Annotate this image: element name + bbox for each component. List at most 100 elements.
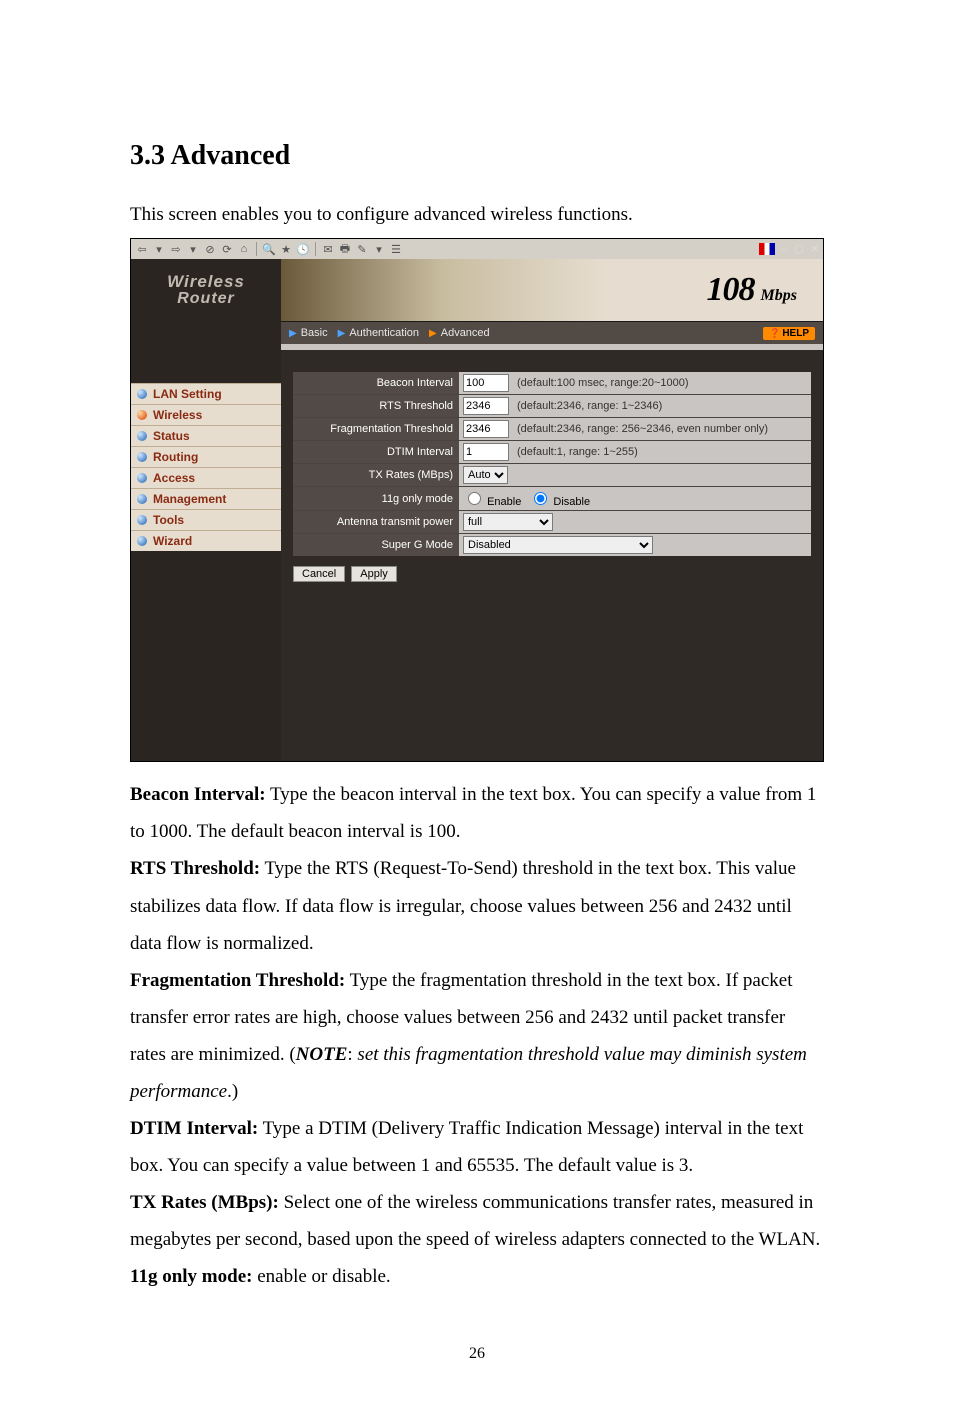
g11-disable-option[interactable]: Disable — [529, 489, 590, 508]
sidebar-item-tools[interactable]: Tools — [131, 509, 281, 530]
g11-disable-label: Disable — [553, 496, 590, 508]
bullet-icon — [137, 473, 147, 483]
rts-threshold-input[interactable] — [463, 397, 509, 415]
sidebar-item-wireless[interactable]: Wireless — [131, 404, 281, 425]
bullet-icon — [137, 431, 147, 441]
g11-disable-radio[interactable] — [534, 492, 547, 505]
subnav-basic[interactable]: Basic — [301, 327, 328, 339]
triangle-icon: ▶ — [338, 328, 346, 339]
sidebar-item-access[interactable]: Access — [131, 467, 281, 488]
g11-enable-radio[interactable] — [468, 492, 481, 505]
sidebar-item-label: Wizard — [153, 534, 192, 548]
antenna-power-select[interactable]: full — [463, 513, 553, 531]
sidebar-item-wizard[interactable]: Wizard — [131, 530, 281, 551]
fragmentation-threshold-desc-text2: : — [347, 1044, 357, 1065]
banner-unit: Mbps — [761, 287, 797, 305]
super-g-mode-label: Super G Mode — [293, 534, 459, 556]
fragmentation-threshold-input[interactable] — [463, 420, 509, 438]
g11-enable-option[interactable]: Enable — [463, 489, 521, 508]
beacon-interval-hint: (default:100 msec, range:20~1000) — [517, 377, 689, 389]
sidebar-item-routing[interactable]: Routing — [131, 446, 281, 467]
rts-threshold-hint: (default:2346, range: 1~2346) — [517, 400, 662, 412]
bullet-icon — [137, 515, 147, 525]
router-screenshot: ⇦ ▾ ⇨ ▾ ⊘ ⟳ ⌂ 🔍 ★ 🕓 ✉ 🖶 ✎ ▾ ☰ – ▢ ✕ — [130, 238, 824, 762]
g11-enable-label: Enable — [487, 496, 521, 508]
sidebar-item-label: Status — [153, 429, 190, 443]
stop-icon[interactable]: ⊘ — [203, 242, 217, 256]
edit-icon[interactable]: ✎ — [355, 242, 369, 256]
home-icon[interactable]: ⌂ — [237, 242, 251, 256]
minimize-icon[interactable]: – — [782, 244, 788, 255]
sidebar-item-label: Access — [153, 471, 195, 485]
logo-line1: Wireless — [167, 272, 245, 292]
g11-only-mode-desc-text: enable or disable. — [252, 1266, 390, 1287]
banner-number: 108 — [707, 271, 755, 309]
cancel-button[interactable]: Cancel — [293, 566, 345, 582]
browser-toolbar: ⇦ ▾ ⇨ ▾ ⊘ ⟳ ⌂ 🔍 ★ 🕓 ✉ 🖶 ✎ ▾ ☰ – ▢ ✕ — [131, 239, 823, 259]
print-icon[interactable]: 🖶 — [338, 242, 352, 256]
beacon-interval-input[interactable] — [463, 374, 509, 392]
router-logo: Wireless Router — [131, 259, 281, 321]
history-icon[interactable]: 🕓 — [296, 242, 310, 256]
sidebar-nav: LAN Setting Wireless Status Routing Acce… — [131, 383, 281, 551]
dropdown-icon[interactable]: ▾ — [186, 242, 200, 256]
favorites-icon[interactable]: ★ — [279, 242, 293, 256]
antenna-power-label: Antenna transmit power — [293, 511, 459, 533]
sidebar-item-label: Management — [153, 492, 226, 506]
sidebar-item-label: Wireless — [153, 408, 202, 422]
beacon-interval-desc-heading: Beacon Interval: — [130, 784, 266, 805]
sidebar-item-label: LAN Setting — [153, 387, 222, 401]
maximize-icon[interactable]: ▢ — [794, 244, 803, 255]
rts-threshold-label: RTS Threshold — [293, 395, 459, 417]
logo-line2: Router — [177, 290, 235, 308]
mail-icon[interactable]: ✉ — [321, 242, 335, 256]
g11-only-mode-desc-heading: 11g only mode: — [130, 1266, 252, 1287]
bullet-icon — [137, 452, 147, 462]
subnav-advanced[interactable]: Advanced — [441, 327, 490, 339]
beacon-interval-label: Beacon Interval — [293, 372, 459, 394]
language-flag-icon[interactable] — [759, 243, 775, 255]
left-column: Wireless Router LAN Setting Wireless Sta… — [131, 259, 281, 761]
help-button[interactable]: HELP — [763, 327, 815, 340]
subnav-bar: ▶ Basic ▶ Authentication ▶ Advanced HELP — [281, 321, 823, 344]
sidebar-item-label: Routing — [153, 450, 198, 464]
tx-rates-desc-heading: TX Rates (MBps): — [130, 1192, 279, 1213]
search-icon[interactable]: 🔍 — [262, 242, 276, 256]
apply-button[interactable]: Apply — [351, 566, 397, 582]
dtim-interval-input[interactable] — [463, 443, 509, 461]
dtim-interval-label: DTIM Interval — [293, 441, 459, 463]
back-icon[interactable]: ⇦ — [135, 242, 149, 256]
sidebar-item-management[interactable]: Management — [131, 488, 281, 509]
section-heading: 3.3 Advanced — [130, 140, 824, 172]
bullet-icon — [137, 494, 147, 504]
fragmentation-threshold-hint: (default:2346, range: 256~2346, even num… — [517, 423, 768, 435]
close-icon[interactable]: ✕ — [811, 244, 819, 255]
document-page: 3.3 Advanced This screen enables you to … — [0, 0, 954, 1423]
dtim-interval-desc-heading: DTIM Interval: — [130, 1118, 258, 1139]
bullet-icon — [137, 536, 147, 546]
dtim-interval-hint: (default:1, range: 1~255) — [517, 446, 638, 458]
subnav-authentication[interactable]: Authentication — [349, 327, 419, 339]
fragmentation-threshold-label: Fragmentation Threshold — [293, 418, 459, 440]
super-g-mode-select[interactable]: Disabled — [463, 536, 653, 554]
discuss-icon[interactable]: ☰ — [389, 242, 403, 256]
dropdown-icon[interactable]: ▾ — [372, 242, 386, 256]
rts-threshold-desc-heading: RTS Threshold: — [130, 858, 260, 879]
sidebar-item-label: Tools — [153, 513, 184, 527]
right-column: 108 Mbps ▶ Basic ▶ Authentication ▶ Adva… — [281, 259, 823, 761]
intro-text: This screen enables you to configure adv… — [130, 200, 824, 230]
sidebar-item-status[interactable]: Status — [131, 425, 281, 446]
refresh-icon[interactable]: ⟳ — [220, 242, 234, 256]
speed-banner: 108 Mbps — [281, 259, 823, 321]
sidebar-item-lan-setting[interactable]: LAN Setting — [131, 383, 281, 404]
fragmentation-threshold-desc-text3: .) — [227, 1081, 238, 1102]
description-block: Beacon Interval: Type the beacon interva… — [130, 776, 824, 1295]
tx-rates-select[interactable]: Auto — [463, 466, 508, 484]
fragmentation-threshold-desc-heading: Fragmentation Threshold: — [130, 970, 345, 991]
dropdown-icon[interactable]: ▾ — [152, 242, 166, 256]
page-number: 26 — [130, 1345, 824, 1363]
bullet-icon — [137, 389, 147, 399]
bullet-icon — [137, 410, 147, 420]
forward-icon[interactable]: ⇨ — [169, 242, 183, 256]
triangle-icon: ▶ — [289, 328, 297, 339]
